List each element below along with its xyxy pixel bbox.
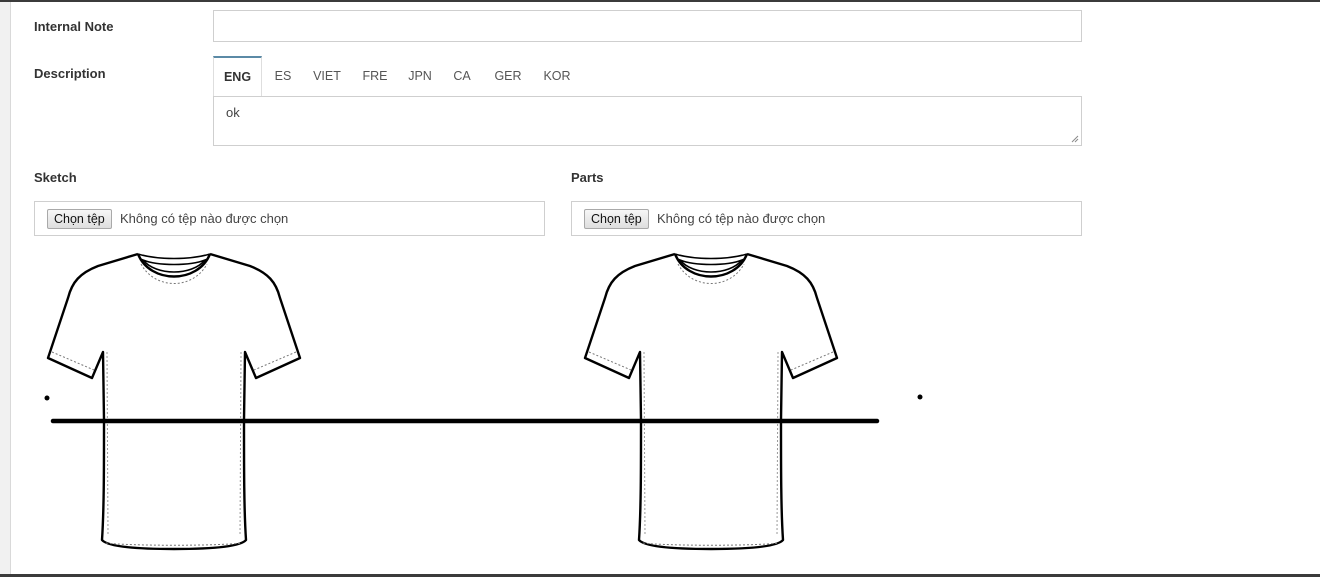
drawn-dot-right — [917, 394, 923, 400]
internal-note-label: Internal Note — [34, 19, 114, 34]
sketch-file-input[interactable]: Chọn tệp Không có tệp nào được chọn — [34, 201, 545, 236]
parts-file-status: Không có tệp nào được chọn — [657, 211, 826, 226]
tab-ca[interactable]: CA — [452, 56, 472, 96]
sketch-canvas[interactable] — [0, 240, 1320, 574]
tshirt-sketch-left — [46, 252, 302, 551]
parts-file-input[interactable]: Chọn tệp Không có tệp nào được chọn — [571, 201, 1082, 236]
sketch-file-status: Không có tệp nào được chọn — [120, 211, 289, 226]
tab-es[interactable]: ES — [271, 56, 295, 96]
internal-note-input[interactable] — [213, 10, 1082, 42]
sketch-label: Sketch — [34, 170, 77, 185]
tab-kor[interactable]: KOR — [542, 56, 572, 96]
description-label: Description — [34, 66, 106, 81]
tab-ger[interactable]: GER — [492, 56, 524, 96]
parts-label: Parts — [571, 170, 604, 185]
description-textarea[interactable]: ok — [213, 96, 1082, 146]
drawn-dot-left — [44, 395, 50, 401]
tab-eng[interactable]: ENG — [213, 56, 262, 97]
top-border — [0, 0, 1320, 2]
tshirt-sketch-right — [583, 252, 839, 551]
tab-jpn[interactable]: JPN — [407, 56, 433, 96]
description-text: ok — [226, 105, 240, 120]
tab-fre[interactable]: FRE — [361, 56, 389, 96]
tab-viet[interactable]: VIET — [311, 56, 343, 96]
description-language-tabs: ENG ES VIET FRE JPN CA GER KOR — [213, 56, 1082, 97]
parts-choose-file-button[interactable]: Chọn tệp — [584, 209, 649, 229]
resize-handle-icon[interactable] — [1071, 135, 1079, 143]
sketch-choose-file-button[interactable]: Chọn tệp — [47, 209, 112, 229]
